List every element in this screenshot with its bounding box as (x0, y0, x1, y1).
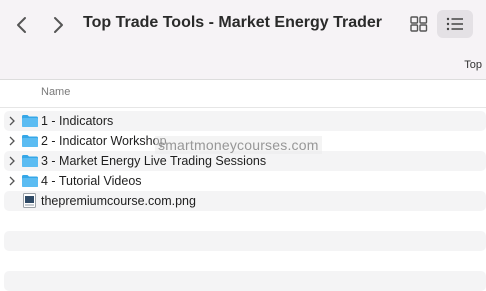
list-item[interactable]: thepremiumcourse.com.png (4, 191, 486, 211)
disclosure-chevron-icon[interactable] (8, 136, 16, 146)
grid-view-icon (410, 16, 428, 32)
folder-icon (22, 175, 38, 187)
empty-row (4, 231, 486, 251)
list-view-icon (446, 17, 463, 31)
folder-icon (22, 115, 38, 127)
window-title: Top Trade Tools - Market Energy Trader (83, 14, 383, 31)
empty-row (4, 211, 486, 231)
path-bar: Top (0, 52, 486, 80)
chevron-right-icon (54, 17, 63, 33)
item-label: 2 - Indicator Workshop (41, 134, 167, 148)
item-label: 1 - Indicators (41, 114, 114, 128)
toolbar: Top Trade Tools - Market Energy Trader (0, 0, 486, 52)
grid-view-button[interactable] (401, 10, 437, 38)
column-header-name[interactable]: Name (0, 80, 486, 108)
list-view-button[interactable] (437, 10, 473, 38)
item-label: thepremiumcourse.com.png (41, 194, 196, 208)
empty-row (4, 251, 486, 271)
back-button[interactable] (10, 12, 34, 38)
watermark: smartmoneycourses.com (155, 136, 322, 154)
disclosure-chevron-icon[interactable] (8, 116, 16, 126)
forward-button[interactable] (46, 12, 70, 38)
image-file-icon (23, 193, 36, 208)
folder-icon (22, 135, 38, 147)
list-item[interactable]: 4 - Tutorial Videos (4, 171, 486, 191)
item-label: 4 - Tutorial Videos (41, 174, 142, 188)
column-header-label: Name (41, 86, 71, 98)
path-label: Top (464, 59, 482, 71)
disclosure-chevron-icon[interactable] (8, 156, 16, 166)
disclosure-chevron-icon[interactable] (8, 176, 16, 186)
chevron-left-icon (17, 17, 26, 33)
list-item[interactable]: 3 - Market Energy Live Trading Sessions (4, 151, 486, 171)
item-label: 3 - Market Energy Live Trading Sessions (41, 154, 267, 168)
folder-icon (22, 155, 38, 167)
list-item[interactable]: 1 - Indicators (4, 111, 486, 131)
empty-row (4, 271, 486, 291)
